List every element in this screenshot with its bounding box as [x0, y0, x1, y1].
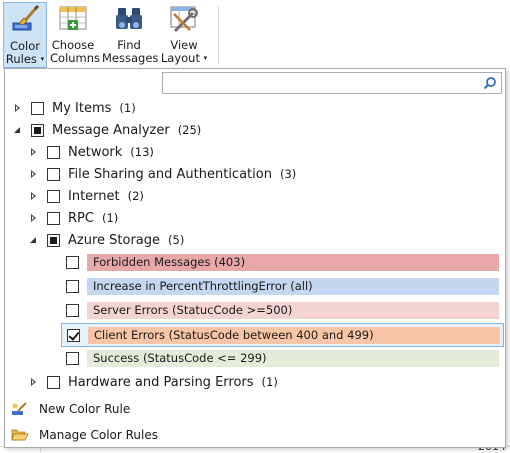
manage-color-rules-label: Manage Color Rules	[39, 428, 158, 442]
tree-node-count: (25)	[177, 123, 202, 137]
expand-arrow-icon[interactable]	[29, 191, 39, 201]
tree-node-count: (1)	[119, 101, 136, 115]
azure-storage-checkbox[interactable]	[47, 233, 60, 247]
tree-node-count: (1)	[261, 375, 278, 389]
internet-checkbox[interactable]	[47, 189, 60, 203]
collapse-arrow-icon[interactable]	[29, 235, 39, 245]
search-input[interactable]	[167, 74, 471, 94]
tree-node-count: (13)	[130, 145, 154, 159]
tree-node-label: Azure Storage	[68, 232, 161, 248]
tree-node-rpc[interactable]: RPC (1)	[29, 207, 118, 229]
color-rule-item[interactable]: Success (StatusCode <= 299)	[65, 347, 500, 369]
rule-label: Forbidden Messages (403)	[87, 253, 499, 271]
folder-open-icon	[11, 427, 29, 443]
chevron-down-icon: ▾	[203, 54, 208, 62]
color-rule-item-selected[interactable]: Client Errors (StatusCode between 400 an…	[61, 323, 504, 347]
find-messages-button[interactable]: Find Messages	[102, 2, 159, 68]
chevron-down-icon: ▾	[40, 55, 45, 63]
tree-node-label: Message Analyzer	[52, 122, 170, 138]
color-rule-item[interactable]: Increase in PercentThrottlingError (all)	[65, 275, 500, 297]
tree-node-count: (3)	[279, 167, 297, 181]
tree-node-label: Internet	[68, 188, 120, 204]
tree-node-label: File Sharing and Authentication	[68, 166, 272, 182]
rule-checkbox[interactable]	[66, 279, 79, 293]
color-rule-item[interactable]: Server Errors (StatucCode >=500)	[65, 299, 500, 321]
tree-node-count: (1)	[101, 211, 119, 225]
expand-arrow-icon[interactable]	[29, 213, 39, 223]
rule-checkbox[interactable]	[66, 303, 79, 317]
rule-checkbox-checked[interactable]	[67, 328, 80, 342]
tree-node-azure-storage[interactable]: Azure Storage (5)	[29, 229, 184, 251]
expand-arrow-icon[interactable]	[29, 147, 39, 157]
rule-checkbox[interactable]	[66, 255, 79, 269]
tree-node-label: Hardware and Parsing Errors	[68, 374, 254, 390]
color-rules-dropdown: My Items (1) Message Analyzer (25) Netwo…	[4, 68, 506, 448]
message-analyzer-checkbox[interactable]	[31, 123, 44, 137]
color-rules-label-2: Rules	[5, 52, 37, 66]
file-sharing-checkbox[interactable]	[47, 167, 60, 181]
view-layout-label-2: Layout	[160, 51, 200, 65]
color-rule-item[interactable]: Forbidden Messages (403)	[65, 251, 500, 273]
tree-node-internet[interactable]: Internet (2)	[29, 185, 144, 207]
new-color-rule-label: New Color Rule	[39, 402, 131, 416]
binoculars-icon	[113, 4, 145, 34]
collapse-arrow-icon[interactable]	[13, 125, 23, 135]
tree-node-my-items[interactable]: My Items (1)	[13, 97, 136, 119]
manage-color-rules-item[interactable]: Manage Color Rules	[11, 423, 158, 447]
choose-columns-label-2: Columns	[50, 51, 101, 65]
expand-arrow-icon[interactable]	[29, 377, 39, 387]
tree-node-label: RPC	[68, 210, 94, 226]
rule-label: Success (StatusCode <= 299)	[87, 349, 499, 367]
tree-node-message-analyzer[interactable]: Message Analyzer (25)	[13, 119, 201, 141]
rule-label: Increase in PercentThrottlingError (all)	[87, 277, 499, 295]
network-checkbox[interactable]	[47, 145, 60, 159]
paint-brush-icon	[9, 4, 41, 35]
tree-node-network[interactable]: Network (13)	[29, 141, 154, 163]
find-messages-label-2: Messages	[102, 51, 159, 65]
toolbar-separator	[218, 6, 219, 64]
rule-checkbox[interactable]	[66, 351, 79, 365]
columns-grid-icon	[57, 4, 89, 34]
color-rules-button[interactable]: Color Rules ▾	[3, 2, 47, 68]
new-rule-brush-icon	[11, 401, 29, 417]
expand-arrow-icon[interactable]	[13, 103, 23, 113]
tree-node-hardware[interactable]: Hardware and Parsing Errors (1)	[29, 371, 278, 393]
my-items-checkbox[interactable]	[31, 101, 44, 115]
rule-label: Server Errors (StatucCode >=500)	[87, 301, 499, 319]
view-layout-button[interactable]: View Layout ▾	[160, 2, 208, 68]
rule-label: Client Errors (StatusCode between 400 an…	[88, 326, 500, 344]
tree-node-count: (2)	[127, 189, 144, 203]
tree-node-label: Network	[68, 144, 123, 160]
tree-node-count: (5)	[168, 233, 185, 247]
hardware-checkbox[interactable]	[47, 375, 60, 389]
choose-columns-button[interactable]: Choose Columns	[50, 2, 101, 68]
expand-arrow-icon[interactable]	[29, 169, 39, 179]
tree-node-label: My Items	[52, 100, 112, 116]
rpc-checkbox[interactable]	[47, 211, 60, 225]
layout-tools-icon	[168, 4, 200, 34]
ribbon-toolbar: Color Rules ▾ Choose Columns Find Messag…	[0, 0, 510, 70]
new-color-rule-item[interactable]: New Color Rule	[11, 397, 130, 421]
search-icon[interactable]	[483, 76, 497, 90]
search-box[interactable]	[162, 72, 502, 94]
tree-node-file-sharing[interactable]: File Sharing and Authentication (3)	[29, 163, 296, 185]
